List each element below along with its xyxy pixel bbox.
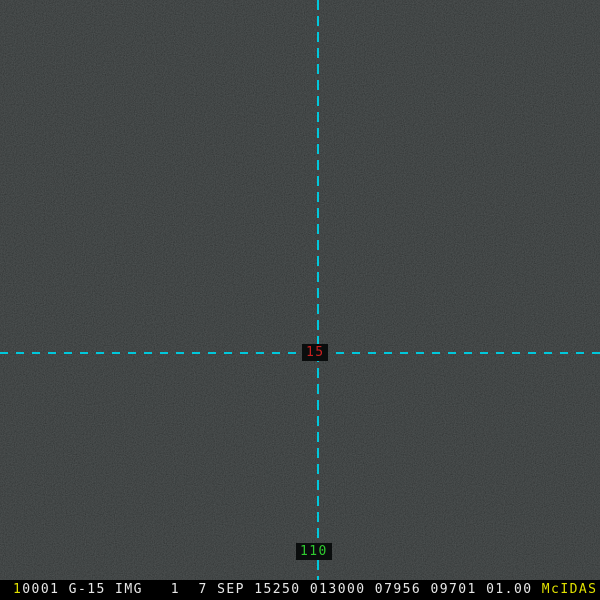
- image-noise-texture: [0, 0, 600, 580]
- grid-line-vertical: [317, 0, 319, 580]
- frame-number: 1: [13, 582, 23, 597]
- mcidas-window: 15 110 1 0001 G-15 IMG 1 7 SEP 15250 013…: [0, 0, 600, 600]
- image-info-readout: 0001 G-15 IMG 1 7 SEP 15250 013000 07956…: [22, 582, 542, 597]
- latitude-label: 15: [302, 344, 329, 361]
- status-bar: 1 0001 G-15 IMG 1 7 SEP 15250 013000 079…: [0, 580, 600, 600]
- satellite-image-canvas[interactable]: 15 110: [0, 0, 600, 580]
- grid-line-horizontal: [0, 352, 600, 354]
- mcidas-brand-label: McIDAS: [541, 582, 598, 597]
- longitude-label: 110: [296, 543, 332, 560]
